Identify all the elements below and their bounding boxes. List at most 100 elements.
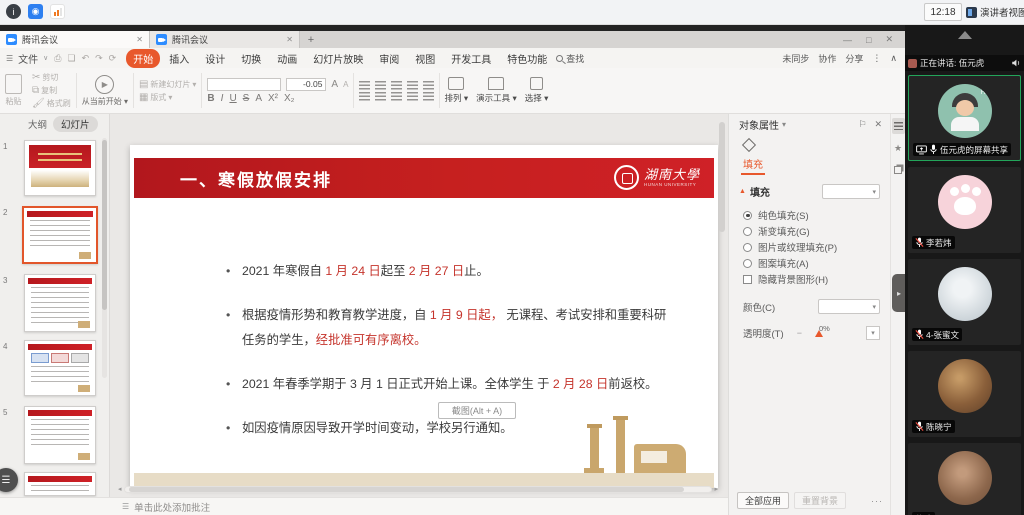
justify-icon[interactable] [407, 92, 418, 101]
panel-expand-handle[interactable]: ▸ [892, 274, 905, 312]
font-name-box[interactable] [207, 78, 281, 91]
slide-thumbnail-4[interactable] [24, 340, 96, 396]
canvas-horizontal-scrollbar[interactable]: ◂ ▸ [118, 485, 718, 493]
fill-option[interactable]: 图案填充(A) [743, 255, 890, 271]
pin-icon[interactable]: ⚐ [858, 119, 866, 130]
align-center-icon[interactable] [375, 92, 386, 101]
char-format-I[interactable]: I [221, 93, 224, 104]
ribbon-search[interactable]: 查找 [556, 52, 584, 65]
fill-option[interactable]: 图片或纹理填充(P) [743, 239, 890, 255]
decrease-font-icon[interactable]: A [343, 80, 348, 89]
panel-more-icon[interactable]: ··· [871, 496, 883, 506]
ribbon-tab-插入[interactable]: 插入 [162, 49, 196, 68]
scrollbar-thumb[interactable] [129, 487, 684, 492]
shield-icon[interactable]: ◉ [28, 4, 43, 19]
sync-status[interactable]: 未同步 [782, 52, 809, 65]
slide-thumbnail-3[interactable] [24, 274, 96, 332]
participant-tile[interactable]: 李若炜 [908, 167, 1021, 253]
fill-option[interactable]: 纯色填充(S) [743, 207, 890, 223]
minimize-icon[interactable]: — [843, 35, 852, 45]
doc-tab-2[interactable]: 腾讯会议 ✕ [150, 31, 300, 48]
undo-icon[interactable]: ↶ [82, 53, 90, 64]
scroll-up-arrow-icon[interactable] [958, 31, 972, 39]
panel-caret-icon[interactable]: ▾ [782, 120, 786, 129]
scroll-right-icon[interactable]: ▸ [714, 485, 718, 493]
screenshot-hint-overlay[interactable]: 截图(Alt + A) [438, 402, 516, 419]
save-icon[interactable]: ⎙ [54, 53, 61, 64]
info-icon[interactable]: i [6, 4, 21, 19]
clipboard-tool-icon[interactable] [892, 162, 905, 178]
ribbon-tab-切换[interactable]: 切换 [234, 49, 268, 68]
transparency-spinner[interactable]: ▾ [866, 326, 880, 340]
fill-preset-dropdown[interactable]: ▾ [822, 184, 880, 199]
speaker-view-toggle[interactable]: 演讲者视图 [966, 3, 1024, 21]
play-group[interactable]: ▶ 从当前开始 ▾ [77, 68, 133, 113]
slide[interactable]: 一、寒假放假安排 湖南大學 HUNAN UNIVERSITY 2021 年寒假自… [130, 145, 718, 488]
outdent-icon[interactable] [391, 81, 402, 90]
checkbox-icon[interactable] [743, 275, 752, 284]
format-painter-button[interactable]: 🖌格式刷 [32, 98, 71, 109]
char-format-S[interactable]: S [243, 93, 250, 104]
char-format-U[interactable]: U [229, 93, 236, 104]
more-vertical-icon[interactable]: ⋮ [872, 53, 881, 64]
paste-group[interactable]: 粘贴 [0, 68, 27, 113]
numbering-icon[interactable] [375, 81, 386, 90]
participant-tile[interactable]: 4-张蜜文 [908, 259, 1021, 345]
present-tools-button[interactable]: 演示工具 ▾ [472, 68, 521, 113]
network-signal-icon[interactable] [50, 4, 65, 19]
effects-tool-icon[interactable]: ★ [892, 140, 905, 156]
slide-thumbnail-5[interactable] [24, 406, 96, 464]
scroll-left-icon[interactable]: ◂ [118, 485, 122, 493]
slide-thumbnail-1[interactable] [24, 140, 96, 196]
outline-tab[interactable]: 大纲 [28, 117, 47, 131]
transparency-minus[interactable]: − [797, 328, 802, 338]
ribbon-tab-开发工具[interactable]: 开发工具 [444, 49, 498, 68]
columns-icon[interactable] [423, 92, 434, 101]
align-left-icon[interactable] [359, 92, 370, 101]
indent-icon[interactable] [407, 81, 418, 90]
apply-all-button[interactable]: 全部应用 [737, 492, 789, 509]
char-format-X²[interactable]: X² [268, 93, 278, 104]
slides-tab[interactable]: 幻灯片 [53, 116, 98, 132]
line-spacing-icon[interactable] [423, 81, 434, 90]
fill-option[interactable]: 渐变填充(G) [743, 223, 890, 239]
file-menu[interactable]: ☰ 文件 ∨ [0, 51, 48, 66]
maximize-icon[interactable]: □ [866, 35, 871, 45]
doc-tab-1[interactable]: 腾讯会议 ✕ [0, 31, 150, 48]
ribbon-tab-审阅[interactable]: 审阅 [372, 49, 406, 68]
close-tab-icon[interactable]: ✕ [286, 35, 293, 44]
char-format-B[interactable]: B [207, 93, 214, 104]
properties-tool-icon[interactable] [892, 118, 905, 134]
sidebar-scrollbar[interactable] [102, 138, 107, 378]
new-slide-button[interactable]: ▤新建幻灯片▾ [139, 79, 196, 90]
radio-icon[interactable] [743, 211, 752, 220]
layout-button[interactable]: ▦版式▾ [139, 92, 196, 103]
fill-tab[interactable]: 填充 [729, 132, 890, 175]
ribbon-tab-开始[interactable]: 开始 [126, 49, 160, 68]
section-expand-icon[interactable]: ▲ [739, 188, 746, 195]
align-right-icon[interactable] [391, 92, 402, 101]
share-button[interactable]: 分享 [845, 52, 863, 65]
redo-icon[interactable]: ↷ [95, 53, 103, 64]
close-panel-icon[interactable]: ✕ [874, 119, 882, 130]
close-tab-icon[interactable]: ✕ [136, 35, 143, 44]
slider-thumb[interactable] [815, 330, 823, 337]
char-format-X₂[interactable]: X₂ [284, 93, 295, 104]
char-format-A[interactable]: A [255, 93, 262, 104]
fill-option[interactable]: 隐藏背景图形(H) [743, 271, 890, 287]
participant-tile[interactable]: Hi伍元虎的屏幕共享 [908, 75, 1021, 161]
char-spacing-box[interactable]: -0.05 [286, 78, 326, 91]
close-window-icon[interactable]: ✕ [885, 34, 893, 45]
collab-button[interactable]: 协作 [818, 52, 836, 65]
ribbon-tab-特色功能[interactable]: 特色功能 [500, 49, 554, 68]
copy-button[interactable]: ⧉复制 [32, 85, 71, 96]
radio-icon[interactable] [743, 243, 752, 252]
ribbon-tab-设计[interactable]: 设计 [198, 49, 232, 68]
canvas-vertical-scrollbar[interactable] [719, 122, 725, 482]
radio-icon[interactable] [743, 227, 752, 236]
select-button[interactable]: 选择 ▾ [521, 68, 553, 113]
ribbon-tab-视图[interactable]: 视图 [408, 49, 442, 68]
slide-thumbnail-6[interactable] [24, 472, 96, 496]
print-icon[interactable]: ❏ [68, 53, 76, 64]
ribbon-tab-幻灯片放映[interactable]: 幻灯片放映 [306, 49, 370, 68]
